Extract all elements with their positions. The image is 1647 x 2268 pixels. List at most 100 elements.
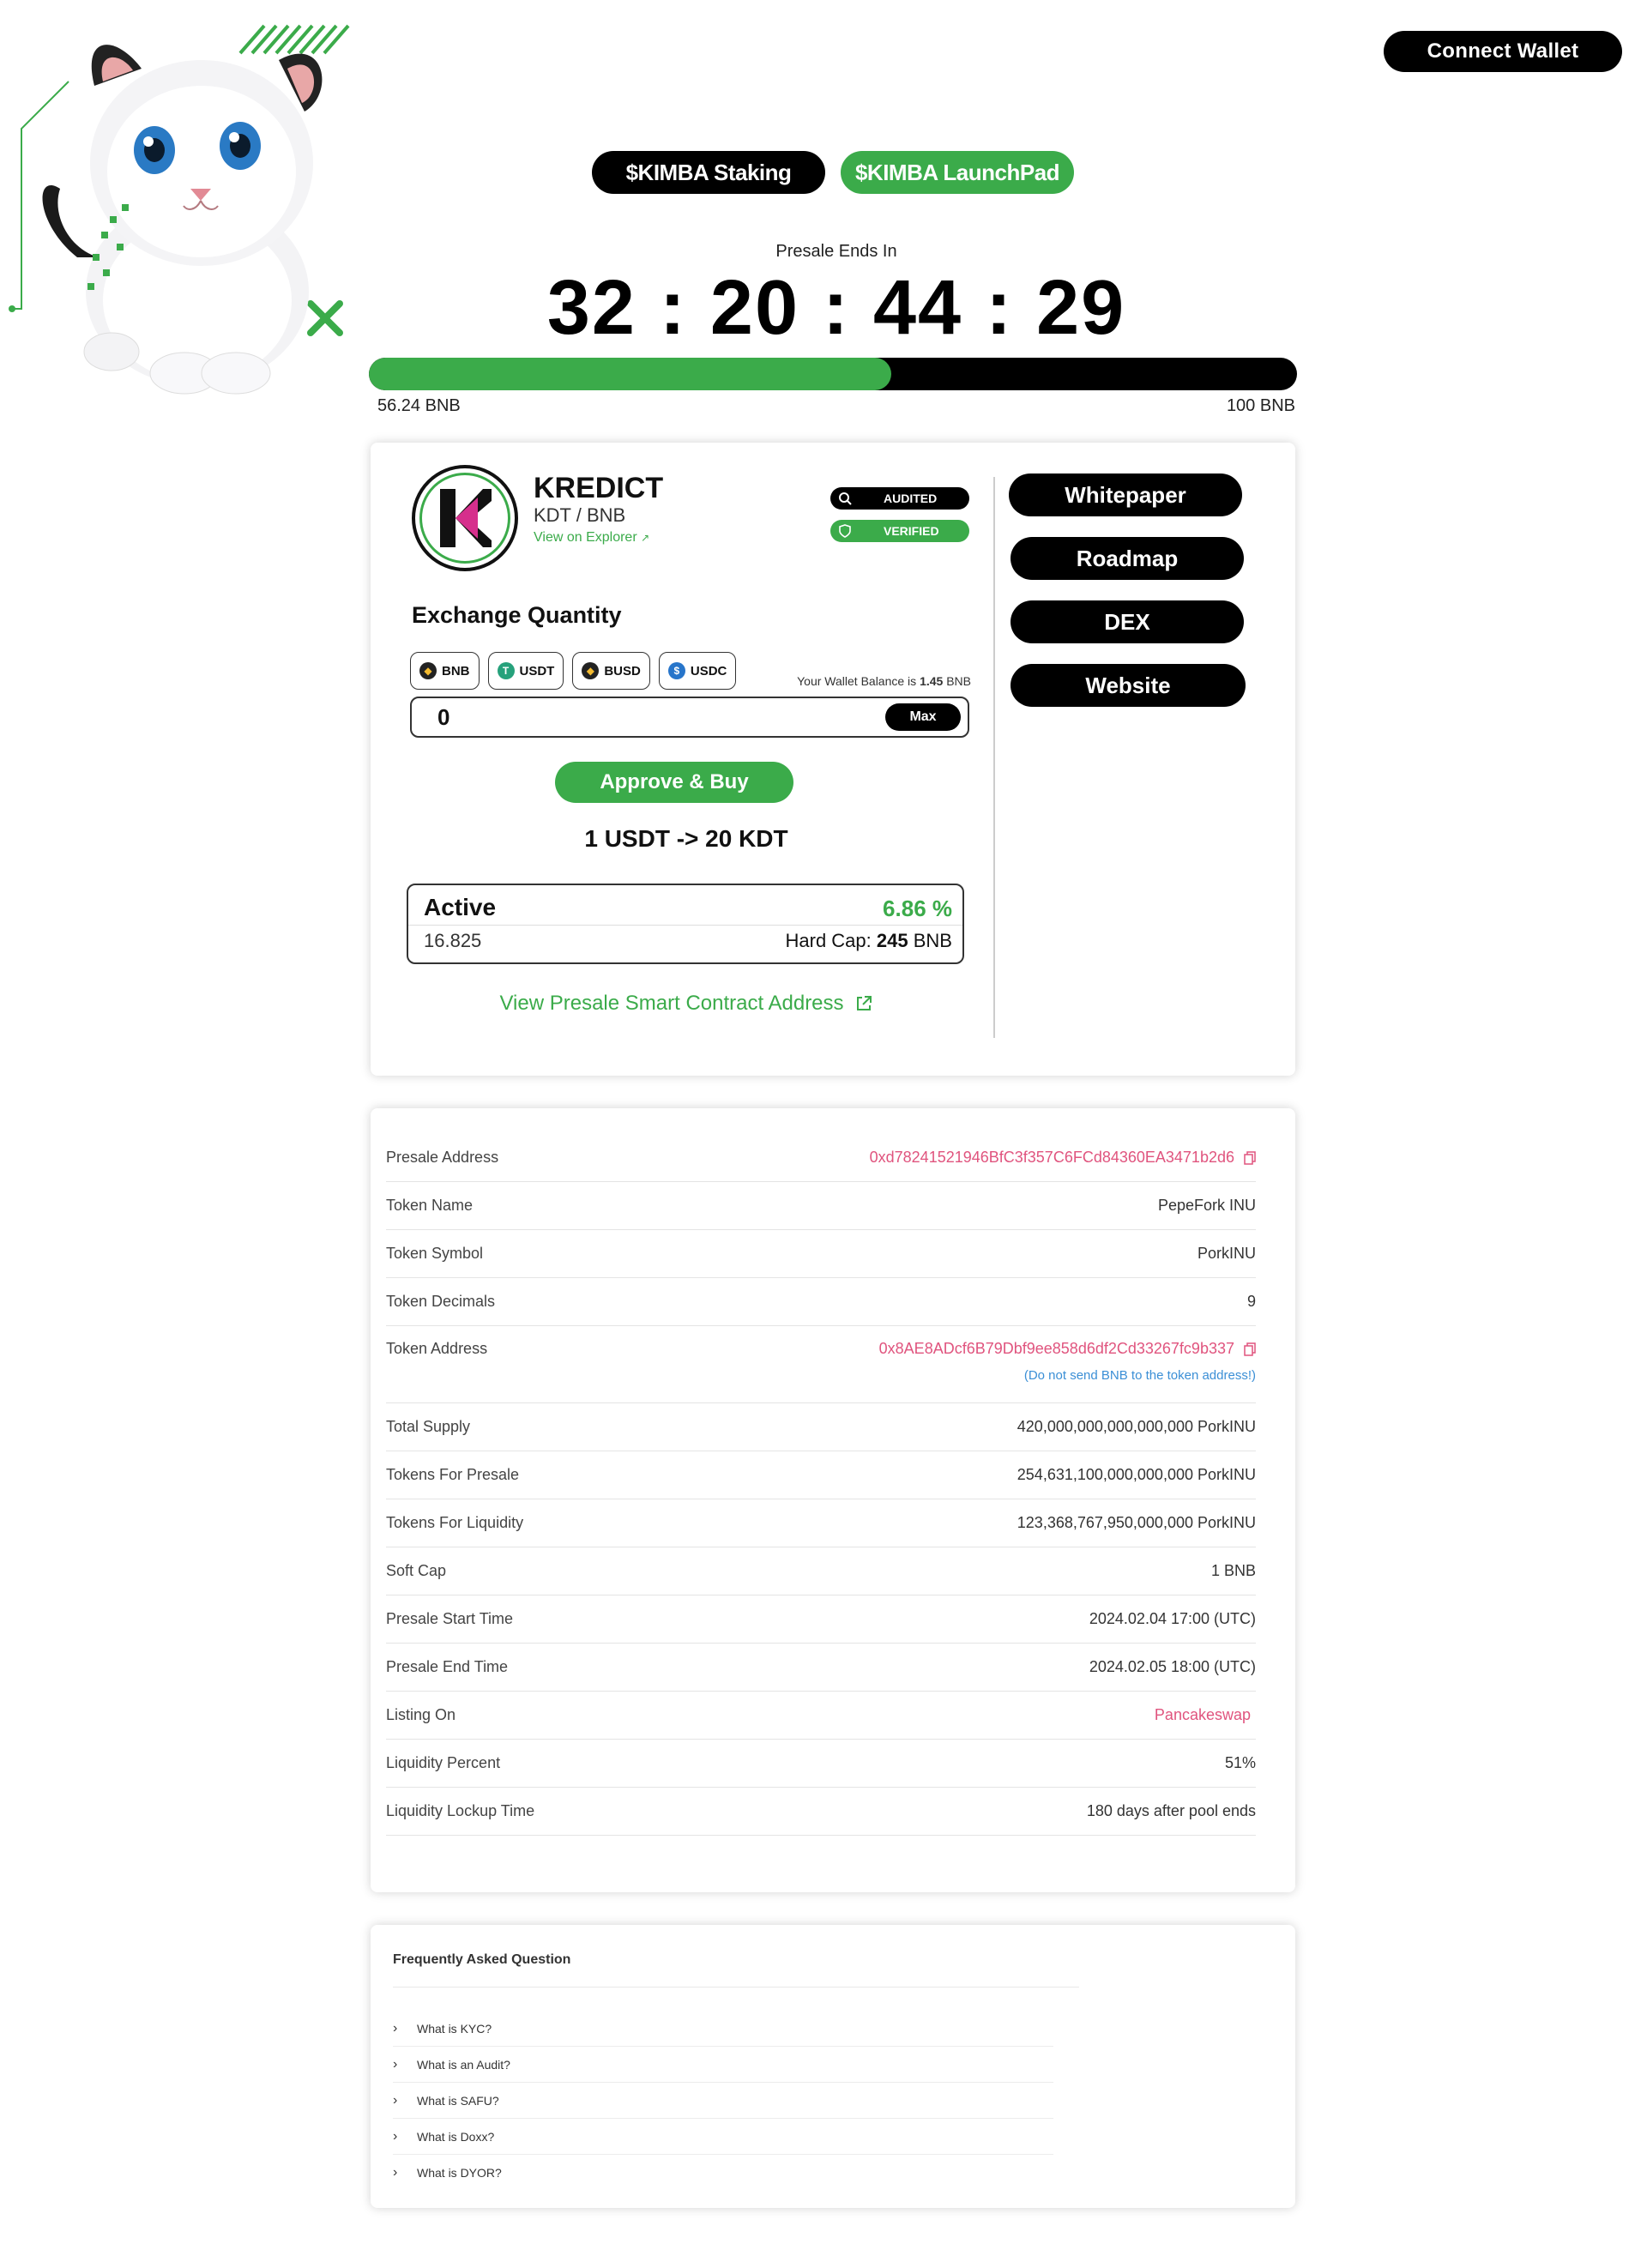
view-on-explorer-link[interactable]: View on Explorer ↗: [534, 530, 649, 546]
max-button[interactable]: Max: [885, 703, 961, 731]
info-value: 123,368,767,950,000,000 PorkINU: [1017, 1514, 1256, 1531]
whitepaper-button[interactable]: Whitepaper: [1009, 474, 1242, 516]
info-row-token-name: Token Name PepeFork INU: [386, 1182, 1256, 1230]
faq-divider: [393, 1987, 1079, 1988]
info-value: 2024.02.04 17:00 (UTC): [1089, 1610, 1256, 1627]
faq-item-doxx[interactable]: › What is Doxx?: [393, 2119, 1053, 2155]
website-button[interactable]: Website: [1011, 664, 1246, 707]
listing-on-link[interactable]: Pancakeswap: [1155, 1706, 1256, 1724]
presale-countdown: 32 : 20 : 44 : 29: [546, 265, 1126, 351]
info-value: 51%: [1224, 1754, 1256, 1771]
info-label: Listing On: [386, 1706, 456, 1723]
amount-value[interactable]: 0: [437, 704, 449, 731]
currency-label: BNB: [442, 663, 470, 679]
usdc-icon: $: [667, 662, 685, 679]
presale-info-table: Presale Address 0xd78241521946BfC3f357C6…: [386, 1134, 1256, 1836]
tab-kimba-launchpad[interactable]: $KIMBA LaunchPad: [841, 151, 1074, 194]
token-name: KREDICT: [534, 472, 664, 504]
verified-badge: VERIFIED: [830, 520, 969, 542]
presale-address-value[interactable]: 0xd78241521946BfC3f357C6FCd84360EA3471b2…: [870, 1149, 1234, 1166]
info-row-liquidity-percent: Liquidity Percent 51%: [386, 1740, 1256, 1788]
currency-usdt-button[interactable]: T USDT: [487, 652, 564, 690]
faq-question: What is KYC?: [417, 2021, 492, 2036]
presale-card: KREDICT KDT / BNB View on Explorer ↗ AUD…: [371, 443, 1295, 1076]
kredict-logo-icon: [440, 489, 492, 547]
faq-question: What is an Audit?: [417, 2057, 510, 2072]
presale-status-box: Active 6.86 % 16.825 Hard Cap: 245 BNB: [407, 884, 964, 964]
presale-progress-bar: [369, 358, 1297, 390]
vertical-divider: [993, 477, 995, 1038]
faq-item-kyc[interactable]: › What is KYC?: [393, 2011, 1053, 2047]
currency-busd-button[interactable]: ◆ BUSD: [572, 652, 650, 690]
info-row-token-decimals: Token Decimals 9: [386, 1278, 1256, 1326]
roadmap-button[interactable]: Roadmap: [1011, 537, 1244, 580]
explorer-link-label: View on Explorer: [534, 530, 637, 545]
info-value: PorkINU: [1197, 1245, 1256, 1262]
exchange-quantity-title: Exchange Quantity: [412, 602, 622, 628]
chevron-right-icon: ›: [393, 2128, 398, 2144]
presale-info-card: Presale Address 0xd78241521946BfC3f357C6…: [371, 1108, 1295, 1892]
chevron-right-icon: ›: [393, 2056, 398, 2072]
token-address-value[interactable]: 0x8AE8ADcf6B79Dbf9ee858d6df2Cd33267fc9b3…: [879, 1340, 1234, 1357]
hard-cap-prefix: Hard Cap:: [785, 930, 872, 951]
amount-input[interactable]: 0 Max: [410, 697, 969, 738]
progress-raised-label: 56.24 BNB: [377, 396, 461, 415]
info-row-tokens-for-liquidity: Tokens For Liquidity 123,368,767,950,000…: [386, 1499, 1256, 1547]
chevron-right-icon: ›: [393, 2020, 398, 2036]
info-value: 254,631,100,000,000,000 PorkINU: [1017, 1466, 1256, 1483]
info-row-total-supply: Total Supply 420,000,000,000,000,000 Por…: [386, 1403, 1256, 1451]
usdt-icon: T: [497, 662, 515, 679]
wallet-balance-unit: BNB: [946, 674, 971, 688]
info-row-token-address: Token Address 0x8AE8ADcf6B79Dbf9ee858d6d…: [386, 1326, 1256, 1403]
info-label: Presale Address: [386, 1149, 499, 1166]
currency-usdc-button[interactable]: $ USDC: [658, 652, 737, 690]
info-value: 420,000,000,000,000,000 PorkINU: [1017, 1418, 1256, 1435]
currency-label: BUSD: [604, 663, 641, 679]
presale-ends-label: Presale Ends In: [775, 242, 897, 261]
hard-cap-value: 245: [876, 930, 908, 951]
info-label: Presale Start Time: [386, 1610, 514, 1627]
info-label: Soft Cap: [386, 1562, 447, 1579]
shield-icon: [837, 523, 853, 539]
dex-button[interactable]: DEX: [1011, 600, 1244, 643]
wallet-balance-prefix: Your Wallet Balance is: [797, 674, 917, 688]
status-divider: [408, 925, 962, 926]
faq-item-dyor[interactable]: › What is DYOR?: [393, 2155, 1053, 2191]
presale-address-link[interactable]: 0xd78241521946BfC3f357C6FCd84360EA3471b2…: [870, 1149, 1256, 1167]
search-icon: [837, 491, 853, 506]
bnb-icon: ◆: [419, 662, 437, 679]
verified-badge-label: VERIFIED: [884, 524, 939, 538]
info-value: PepeFork INU: [1157, 1197, 1256, 1214]
info-row-soft-cap: Soft Cap 1 BNB: [386, 1547, 1256, 1595]
copy-icon[interactable]: [1244, 1151, 1256, 1165]
info-label: Liquidity Lockup Time: [386, 1802, 535, 1819]
info-row-presale-address: Presale Address 0xd78241521946BfC3f357C6…: [386, 1134, 1256, 1182]
hard-cap: Hard Cap: 245 BNB: [786, 930, 953, 952]
token-address-link[interactable]: 0x8AE8ADcf6B79Dbf9ee858d6df2Cd33267fc9b3…: [879, 1340, 1256, 1357]
faq-question: What is SAFU?: [417, 2093, 499, 2108]
wallet-balance: Your Wallet Balance is 1.45 BNB: [765, 674, 971, 688]
faq-item-safu[interactable]: › What is SAFU?: [393, 2083, 1053, 2119]
token-pair: KDT / BNB: [534, 504, 626, 526]
info-label: Token Decimals: [386, 1293, 496, 1310]
faq-item-audit[interactable]: › What is an Audit?: [393, 2047, 1053, 2083]
chevron-right-icon: ›: [393, 2165, 398, 2180]
contract-link-label: View Presale Smart Contract Address: [499, 992, 844, 1015]
copy-icon[interactable]: [1244, 1342, 1256, 1356]
faq-question: What is DYOR?: [417, 2166, 502, 2180]
raised-amount: 16.825: [424, 930, 482, 951]
external-link-icon: [856, 996, 872, 1010]
info-value: 1 BNB: [1210, 1562, 1256, 1579]
info-label: Liquidity Percent: [386, 1754, 501, 1771]
approve-and-buy-button[interactable]: Approve & Buy: [555, 762, 793, 803]
info-value: 9: [1246, 1293, 1256, 1310]
hard-cap-unit: BNB: [913, 930, 952, 951]
token-address-warning: (Do not send BNB to the token address!): [1023, 1368, 1256, 1383]
view-contract-link[interactable]: View Presale Smart Contract Address: [371, 992, 1002, 1016]
progress-goal-label: 100 BNB: [1226, 396, 1295, 415]
tab-kimba-staking[interactable]: $KIMBA Staking: [592, 151, 825, 194]
faq-card: Frequently Asked Question › What is KYC?…: [371, 1925, 1295, 2208]
currency-bnb-button[interactable]: ◆ BNB: [410, 652, 480, 690]
connect-wallet-button[interactable]: Connect Wallet: [1384, 31, 1622, 72]
info-row-tokens-for-presale: Tokens For Presale 254,631,100,000,000,0…: [386, 1451, 1256, 1499]
